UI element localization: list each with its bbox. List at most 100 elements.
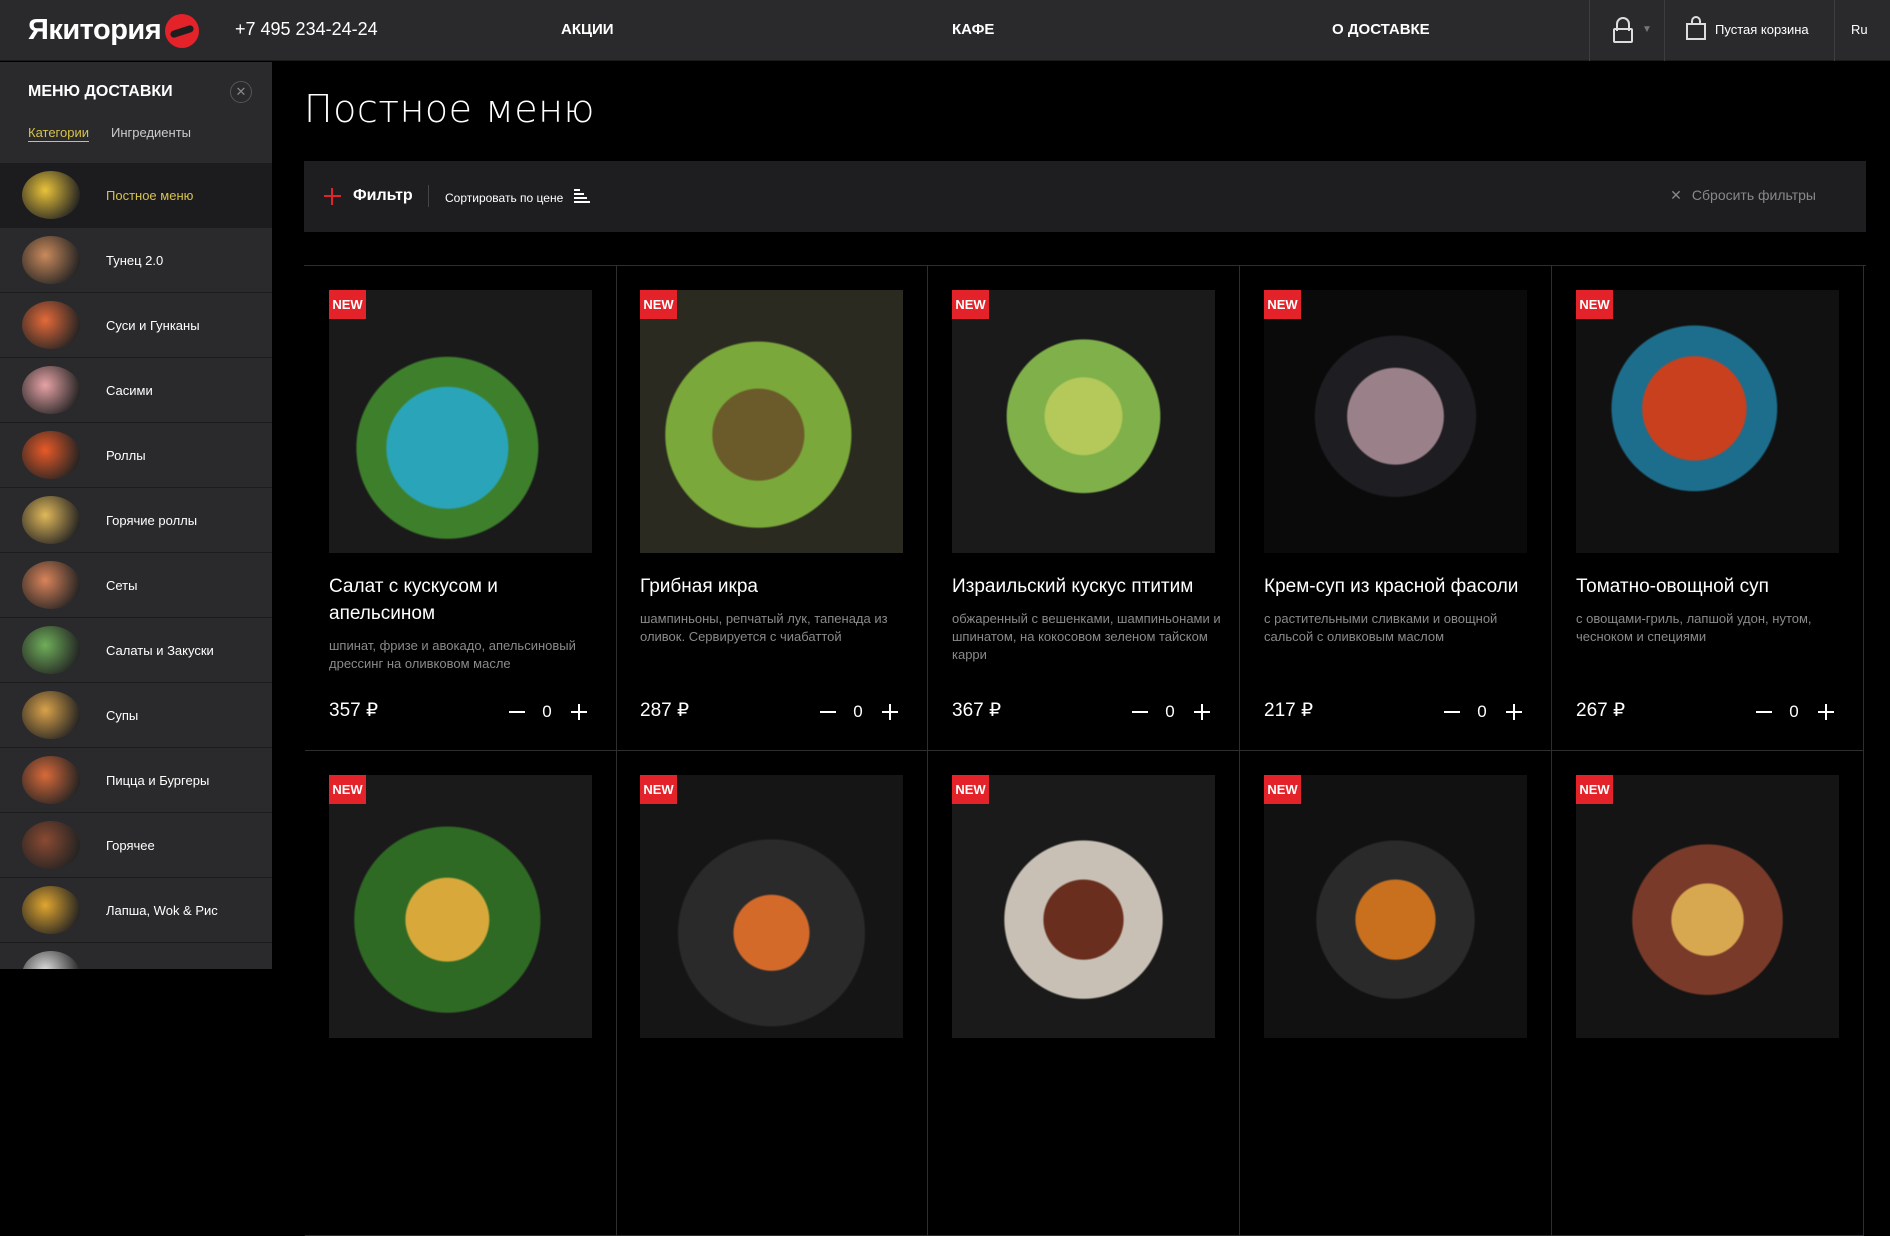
language-selector[interactable]: Ru — [1851, 22, 1868, 37]
plus-icon[interactable] — [324, 188, 341, 205]
increase-quantity-button[interactable] — [1502, 700, 1526, 724]
sidebar-item[interactable]: Горячие роллы — [0, 488, 272, 553]
new-badge: NEW — [952, 775, 989, 804]
increase-quantity-button[interactable] — [567, 700, 591, 724]
decrease-quantity-button[interactable] — [505, 700, 529, 724]
product-card[interactable]: NEW — [305, 751, 617, 1236]
decrease-quantity-button[interactable] — [1128, 700, 1152, 724]
main-content: Постное меню Фильтр Сортировать по цене … — [272, 62, 1890, 1236]
category-thumbnail — [0, 553, 101, 617]
product-description: обжаренный с вешенками, шампиньонами и ш… — [952, 611, 1221, 662]
cart-label[interactable]: Пустая корзина — [1715, 22, 1809, 37]
nav-delivery-info[interactable]: О ДОСТАВКЕ — [1332, 21, 1430, 38]
product-image[interactable] — [1264, 775, 1527, 1038]
category-thumbnail — [0, 228, 101, 292]
quantity-value: 0 — [1789, 702, 1799, 721]
header-divider — [1664, 0, 1665, 61]
product-price: 267 ₽ — [1576, 700, 1626, 721]
product-image[interactable] — [329, 775, 592, 1038]
sidebar-item[interactable]: Горячее — [0, 813, 272, 878]
product-image[interactable] — [952, 775, 1215, 1038]
product-description: шпинат, фризе и авокадо, апельсиновый др… — [329, 638, 576, 671]
reset-filters-button[interactable]: ✕ Сбросить фильтры — [1670, 187, 1826, 204]
logo[interactable]: Якитория — [28, 14, 162, 47]
product-image[interactable] — [640, 775, 903, 1038]
product-card[interactable]: NEW — [616, 751, 928, 1236]
sidebar-item[interactable]: Суси и Гунканы — [0, 293, 272, 358]
product-title[interactable]: Израильский кускус птитим — [952, 573, 1222, 600]
increase-quantity-button[interactable] — [1814, 700, 1838, 724]
product-title[interactable]: Грибная икра — [640, 573, 910, 600]
product-description: шампиньоны, репчатый лук, тапенада из ол… — [640, 611, 888, 644]
sidebar-item[interactable]: Супы — [0, 683, 272, 748]
shopping-bag-icon[interactable] — [1686, 16, 1706, 40]
product-title[interactable]: Томатно-овощной суп — [1576, 573, 1846, 600]
sidebar-item[interactable]: Салаты и Закуски — [0, 618, 272, 683]
page-title: Постное меню — [304, 87, 595, 131]
decrease-quantity-button[interactable] — [816, 700, 840, 724]
tab-ingredients[interactable]: Ингредиенты — [111, 125, 191, 140]
logo-icon[interactable] — [165, 14, 199, 48]
decrease-quantity-button[interactable] — [1752, 700, 1776, 724]
sidebar-item[interactable]: Сасими — [0, 358, 272, 423]
tab-categories[interactable]: Категории — [28, 125, 89, 140]
new-badge: NEW — [952, 290, 989, 319]
sidebar-item-label: Сасими — [106, 382, 153, 398]
category-thumbnail — [0, 618, 101, 682]
sidebar-item-label: Супы — [106, 707, 139, 723]
new-badge: NEW — [1576, 775, 1613, 804]
product-card[interactable]: NEW — [1240, 751, 1552, 1236]
product-image[interactable] — [640, 290, 903, 553]
sidebar-item-label: Горячее — [106, 837, 155, 853]
product-card[interactable]: NEW Израильский кускус птитим обжаренный с… — [928, 266, 1240, 751]
product-card[interactable]: NEW Крем-суп из красной фасоли с раститель… — [1240, 266, 1552, 751]
sidebar-item-label: Тунец 2.0 — [106, 252, 164, 268]
decrease-quantity-button[interactable] — [1440, 700, 1464, 724]
product-card[interactable]: NEW Грибная икра шампиньоны, репчатый лук,… — [616, 266, 928, 751]
product-image[interactable] — [329, 290, 592, 553]
sort-icon[interactable] — [574, 189, 590, 203]
close-icon[interactable]: ✕ — [230, 81, 252, 103]
sidebar-item[interactable] — [0, 943, 272, 969]
sidebar-item[interactable]: Лапша, Wok & Рис — [0, 878, 272, 943]
product-card[interactable]: NEW Салат с кускусом и апельсином шпинат, … — [305, 266, 617, 751]
product-price: 287 ₽ — [640, 700, 690, 721]
sidebar-item-label: Горячие роллы — [106, 512, 198, 528]
filter-button[interactable]: Фильтр — [353, 187, 413, 205]
product-title[interactable]: Крем-суп из красной фасоли — [1264, 573, 1534, 600]
product-title[interactable]: Салат с кускусом и апельсином — [329, 573, 599, 627]
product-image[interactable] — [1576, 290, 1839, 553]
category-thumbnail — [0, 423, 101, 487]
phone-number[interactable]: +7 495 234-24-24 — [235, 19, 378, 40]
increase-quantity-button[interactable] — [878, 700, 902, 724]
lock-icon[interactable] — [1612, 17, 1634, 43]
sidebar-item-label: Пицца и Бургеры — [106, 772, 210, 788]
nav-cafe[interactable]: КАФЕ — [952, 21, 994, 38]
category-thumbnail — [0, 878, 101, 942]
chevron-down-icon[interactable]: ▼ — [1642, 24, 1652, 35]
product-image[interactable] — [952, 290, 1215, 553]
header-divider — [1589, 0, 1590, 61]
sidebar-item[interactable]: Пицца и Бургеры — [0, 748, 272, 813]
category-thumbnail — [0, 813, 101, 877]
increase-quantity-button[interactable] — [1190, 700, 1214, 724]
sort-by-price-button[interactable]: Сортировать по цене — [445, 191, 563, 205]
product-description: с растительными сливками и овощной сальс… — [1264, 611, 1498, 644]
product-grid: NEW Салат с кускусом и апельсином шпинат, … — [304, 265, 1866, 1236]
product-image[interactable] — [1264, 290, 1527, 553]
nav-promotions[interactable]: АКЦИИ — [561, 21, 614, 38]
sidebar-item-label: Суси и Гунканы — [106, 317, 200, 333]
sidebar-item[interactable]: Роллы — [0, 423, 272, 488]
sidebar-item[interactable]: Постное меню — [0, 163, 272, 228]
product-card[interactable]: NEW — [928, 751, 1240, 1236]
sidebar-item[interactable]: Сеты — [0, 553, 272, 618]
product-card[interactable]: NEW Томатно-овощной суп с овощами-гриль, л… — [1552, 266, 1864, 751]
filter-divider — [428, 185, 429, 207]
product-card[interactable]: NEW — [1552, 751, 1864, 1236]
product-image[interactable] — [1576, 775, 1839, 1038]
sidebar-item-label: Сеты — [106, 577, 138, 593]
category-thumbnail — [0, 683, 101, 747]
category-thumbnail — [0, 943, 101, 969]
sidebar-item-label: Роллы — [106, 447, 146, 463]
sidebar-item[interactable]: Тунец 2.0 — [0, 228, 272, 293]
